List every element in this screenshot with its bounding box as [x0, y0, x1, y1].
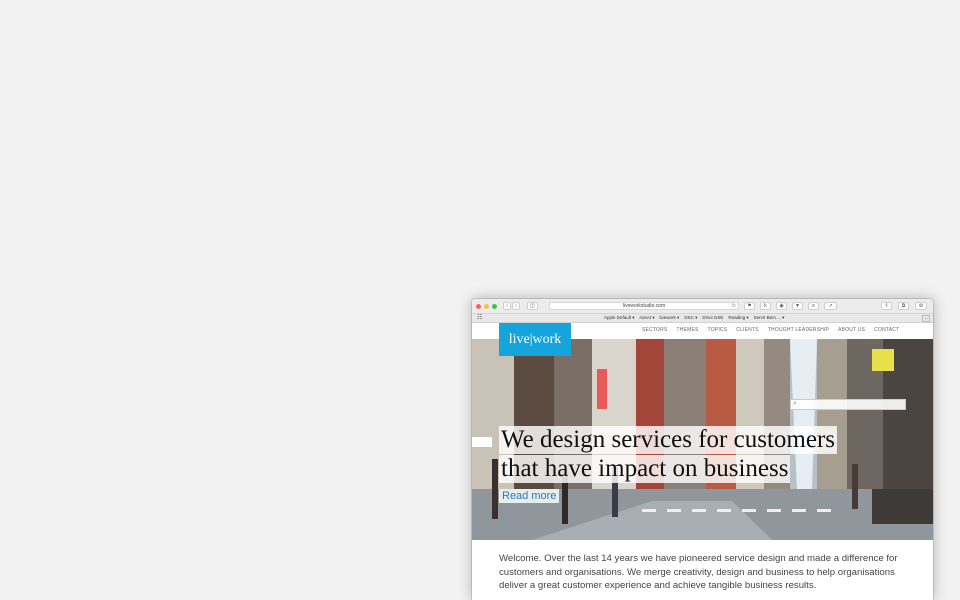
bookmark-item[interactable]: livework ▾ — [660, 315, 680, 321]
extension-circle-icon[interactable]: ◉ — [776, 302, 787, 310]
sidebar-icon[interactable]: ◫ — [527, 302, 538, 310]
bookmark-item[interactable]: Drive DSE — [702, 315, 723, 321]
nav-themes[interactable]: THEMES — [676, 327, 698, 333]
bookmarks-bar: ☷ Apple Default ▾ ruisAt ▾ livework ▾ DS… — [472, 314, 933, 323]
site-logo[interactable]: live|work — [499, 323, 571, 356]
tools-icon[interactable]: ↗ — [824, 302, 837, 310]
nav-clients[interactable]: CLIENTS — [736, 327, 759, 333]
share-icon[interactable]: ⇧ — [881, 302, 892, 310]
pocket-icon[interactable]: ▼ — [792, 302, 803, 310]
nav-thought-leadership[interactable]: THOUGHT LEADERSHIP — [768, 327, 829, 333]
minimize-button[interactable] — [484, 304, 489, 309]
bookmark-item[interactable]: Reading ▾ — [728, 315, 748, 321]
bookmark-item[interactable]: Apple Default ▾ — [604, 315, 635, 321]
extension-k-icon[interactable]: k — [760, 302, 771, 310]
close-button[interactable] — [476, 304, 481, 309]
settings-icon[interactable]: ⚙ — [915, 302, 927, 310]
hero-headline-line-1: We design services for customers — [499, 426, 837, 454]
search-input[interactable]: ⌕ — [790, 399, 906, 410]
zoom-button[interactable] — [492, 304, 497, 309]
reload-icon[interactable]: ↻ — [732, 303, 736, 310]
hero-headline-line-2: that have impact on business — [499, 455, 791, 483]
nav-about-us[interactable]: ABOUT US — [838, 327, 865, 333]
bookmark-item[interactable]: ruisAt ▾ — [640, 315, 655, 321]
hero-banner: ⌕ We design services for customers that … — [472, 339, 933, 540]
welcome-paragraph: Welcome. Over the last 14 years we have … — [499, 553, 898, 592]
show-all-bookmarks-icon[interactable]: ☷ — [477, 314, 482, 321]
add-tab-button[interactable]: + — [922, 315, 930, 322]
browser-window: ‹ › ◫ liveworkstudio.com ↻ ⚑ k ◉ ▼ ≡ ↗ ⇧… — [472, 299, 933, 600]
search-icon: ⌕ — [793, 400, 797, 407]
address-bar[interactable]: liveworkstudio.com ↻ — [549, 302, 739, 310]
forward-button[interactable]: › — [512, 302, 520, 310]
bookmark-icon[interactable]: ⚑ — [744, 302, 755, 310]
layers-icon[interactable]: ≡ — [808, 302, 819, 310]
nav-sectors[interactable]: SECTORS — [642, 327, 667, 333]
browser-toolbar: ‹ › ◫ liveworkstudio.com ↻ ⚑ k ◉ ▼ ≡ ↗ ⇧… — [472, 299, 933, 314]
bookmark-item[interactable]: DSC ▾ — [684, 315, 697, 321]
nav-contact[interactable]: CONTACT — [874, 327, 899, 333]
back-button[interactable]: ‹ — [503, 302, 511, 310]
read-more-link[interactable]: Read more — [499, 489, 560, 503]
tabs-icon[interactable]: ⧉ — [898, 302, 909, 310]
url-text: liveworkstudio.com — [622, 303, 666, 309]
bookmark-item[interactable]: Servir Bem ... ▾ — [754, 315, 785, 321]
nav-topics[interactable]: TOPICS — [708, 327, 728, 333]
